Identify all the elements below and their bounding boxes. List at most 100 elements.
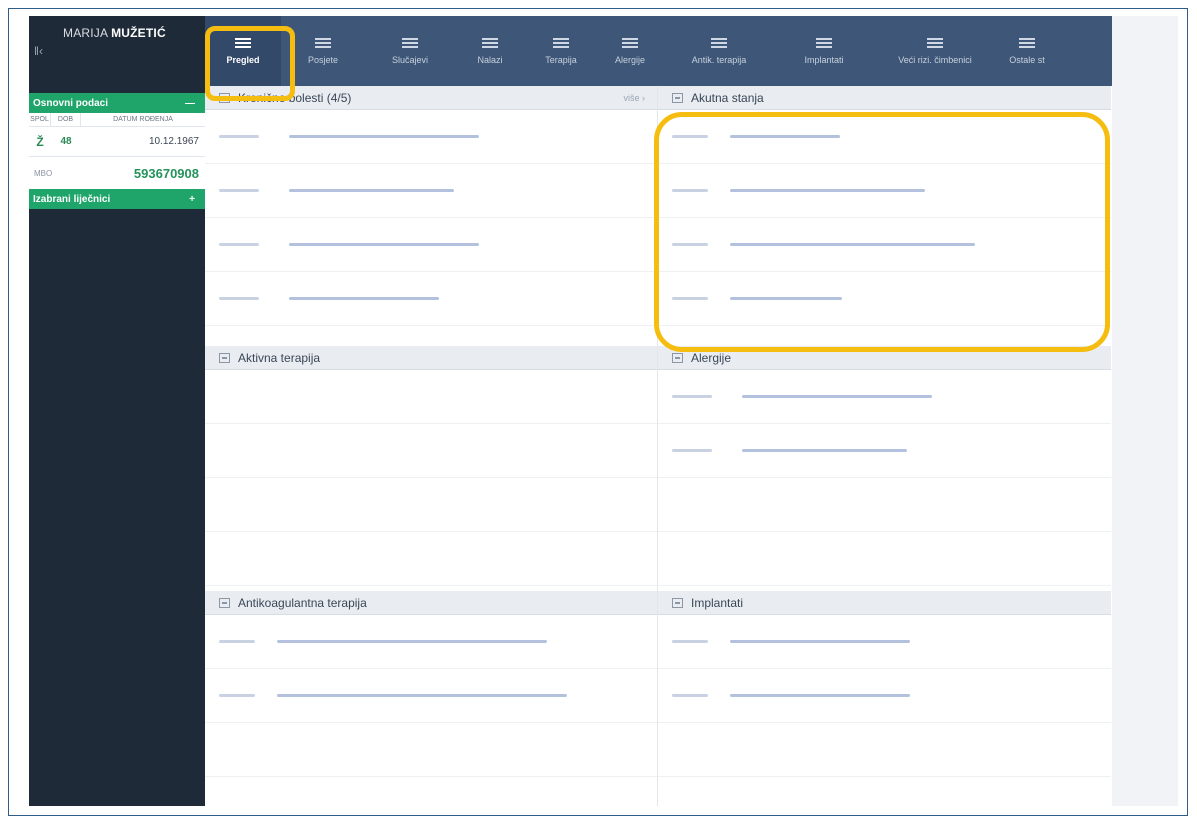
list-icon xyxy=(816,37,832,50)
basic-info-header[interactable]: Osnovni podaci — xyxy=(29,93,205,113)
list-icon xyxy=(402,37,418,50)
expand-icon[interactable]: + xyxy=(189,194,195,205)
list-icon xyxy=(553,37,569,50)
tab-5[interactable]: Alergije xyxy=(597,16,663,86)
list-icon xyxy=(315,37,331,50)
list-item[interactable] xyxy=(658,424,1111,478)
list-item xyxy=(205,532,657,586)
list-item xyxy=(205,478,657,532)
list-item[interactable] xyxy=(205,669,657,723)
anticoag-list xyxy=(205,615,657,777)
panel-icon xyxy=(672,92,683,103)
active-therapy-list xyxy=(205,370,657,586)
tab-9[interactable]: Ostale st xyxy=(997,16,1057,86)
panel-title: Aktivna terapija xyxy=(238,350,321,365)
list-item[interactable] xyxy=(205,615,657,669)
patient-last-name: MUŽETIĆ xyxy=(111,26,166,40)
list-item[interactable] xyxy=(205,164,657,218)
list-item[interactable] xyxy=(658,110,1111,164)
sidebar: ‖‹ MARIJA MUŽETIĆ Osnovni podaci — SPOL … xyxy=(29,16,205,806)
panel-icon xyxy=(219,92,230,103)
list-item[interactable] xyxy=(658,218,1111,272)
tab-1[interactable]: Posjete xyxy=(281,16,365,86)
tab-label: Terapija xyxy=(545,54,577,65)
tab-8[interactable]: Veći rizi. čimbenici xyxy=(873,16,997,86)
birth-date-value: 10.12.1967 xyxy=(148,136,199,147)
panel-header: Aktivna terapija xyxy=(205,346,657,370)
list-item xyxy=(205,424,657,478)
tab-label: Veći rizi. čimbenici xyxy=(898,54,972,65)
list-item[interactable] xyxy=(205,272,657,326)
list-icon xyxy=(235,37,251,50)
acute-list xyxy=(658,110,1111,326)
selected-doctors-header[interactable]: Izabrani liječnici + xyxy=(29,189,205,209)
list-icon xyxy=(622,37,638,50)
implants-list xyxy=(658,615,1111,777)
tab-label: Slučajevi xyxy=(391,54,429,65)
panel-header: Kronične bolesti (4/5) više › xyxy=(205,86,657,110)
list-item[interactable] xyxy=(205,218,657,272)
top-navigation: Pregled Posjete Slučajevi Nalazi Terapija Ale… xyxy=(205,16,1112,86)
list-icon xyxy=(711,37,727,50)
patient-name: MARIJA MUŽETIĆ xyxy=(63,26,166,40)
list-item xyxy=(205,370,657,424)
basic-info-title: Osnovni podaci xyxy=(33,97,109,109)
list-icon xyxy=(482,37,498,50)
sex-value: Ž xyxy=(36,134,44,149)
tab-3[interactable]: Nalazi xyxy=(455,16,525,86)
list-item[interactable] xyxy=(658,272,1111,326)
collapse-sidebar-icon[interactable]: ‖‹ xyxy=(34,44,43,58)
list-item[interactable] xyxy=(658,615,1111,669)
sidebar-header: ‖‹ MARIJA MUŽETIĆ xyxy=(29,16,205,93)
patient-first-name: MARIJA xyxy=(63,26,108,40)
acute-conditions-panel: Akutna stanja xyxy=(658,86,1111,346)
panel-header: Antikoagulantna terapija xyxy=(205,591,657,615)
tab-label: Nalazi xyxy=(477,54,503,65)
mbo-label: MBO xyxy=(34,168,53,178)
list-item[interactable] xyxy=(205,110,657,164)
tab-label: Alergije xyxy=(614,54,645,65)
mbo-value: 593670908 xyxy=(133,165,199,181)
list-item[interactable] xyxy=(205,723,657,777)
tab-0[interactable]: Pregled xyxy=(205,16,281,86)
list-item[interactable] xyxy=(658,164,1111,218)
list-icon xyxy=(1019,37,1035,50)
tab-2[interactable]: Slučajevi xyxy=(365,16,455,86)
collapse-icon[interactable]: — xyxy=(185,98,195,109)
basic-info-grid: SPOL DOB DATUM ROĐENJA Ž 48 10.12.1967 M… xyxy=(29,112,205,189)
panel-title: Antikoagulantna terapija xyxy=(238,595,367,610)
tab-label: Posjete xyxy=(307,54,339,65)
active-therapy-panel: Aktivna terapija xyxy=(205,346,658,591)
age-value: 48 xyxy=(60,136,72,147)
chronic-diseases-panel: Kronične bolesti (4/5) više › xyxy=(205,86,658,346)
tab-7[interactable]: Implantati xyxy=(775,16,873,86)
app-window: ‖‹ MARIJA MUŽETIĆ Osnovni podaci — SPOL … xyxy=(29,16,1112,806)
panel-title: Alergije xyxy=(691,350,732,365)
panel-header: Akutna stanja xyxy=(658,86,1111,110)
panel-title: Akutna stanja xyxy=(691,90,764,105)
chronic-list xyxy=(205,110,657,326)
panel-icon xyxy=(219,352,230,363)
right-gutter xyxy=(1112,16,1178,806)
more-link[interactable]: više › xyxy=(623,93,645,103)
allergies-panel: Alergije xyxy=(658,346,1111,591)
tab-4[interactable]: Terapija xyxy=(525,16,597,86)
panel-title: Kronične bolesti (4/5) xyxy=(238,90,352,105)
overview-content: Kronične bolesti (4/5) više › Akutna sta… xyxy=(205,86,1112,806)
tab-label: Pregled xyxy=(226,54,260,65)
list-item[interactable] xyxy=(658,669,1111,723)
tab-label: Ostale st xyxy=(1009,54,1045,65)
col-sex: SPOL xyxy=(29,112,51,127)
panel-icon xyxy=(672,597,683,608)
list-item[interactable] xyxy=(658,478,1111,532)
list-item[interactable] xyxy=(658,723,1111,777)
tab-6[interactable]: Antik. terapija xyxy=(663,16,775,86)
panel-header: Alergije xyxy=(658,346,1111,370)
basic-info-values: Ž 48 10.12.1967 xyxy=(29,127,205,157)
list-item[interactable] xyxy=(658,370,1111,424)
col-birth-date: DATUM ROĐENJA xyxy=(113,115,173,123)
tab-label: Antik. terapija xyxy=(691,54,747,65)
anticoagulant-therapy-panel: Antikoagulantna terapija xyxy=(205,591,658,806)
list-item[interactable] xyxy=(658,532,1111,586)
basic-info-columns: SPOL DOB DATUM ROĐENJA xyxy=(29,112,205,127)
